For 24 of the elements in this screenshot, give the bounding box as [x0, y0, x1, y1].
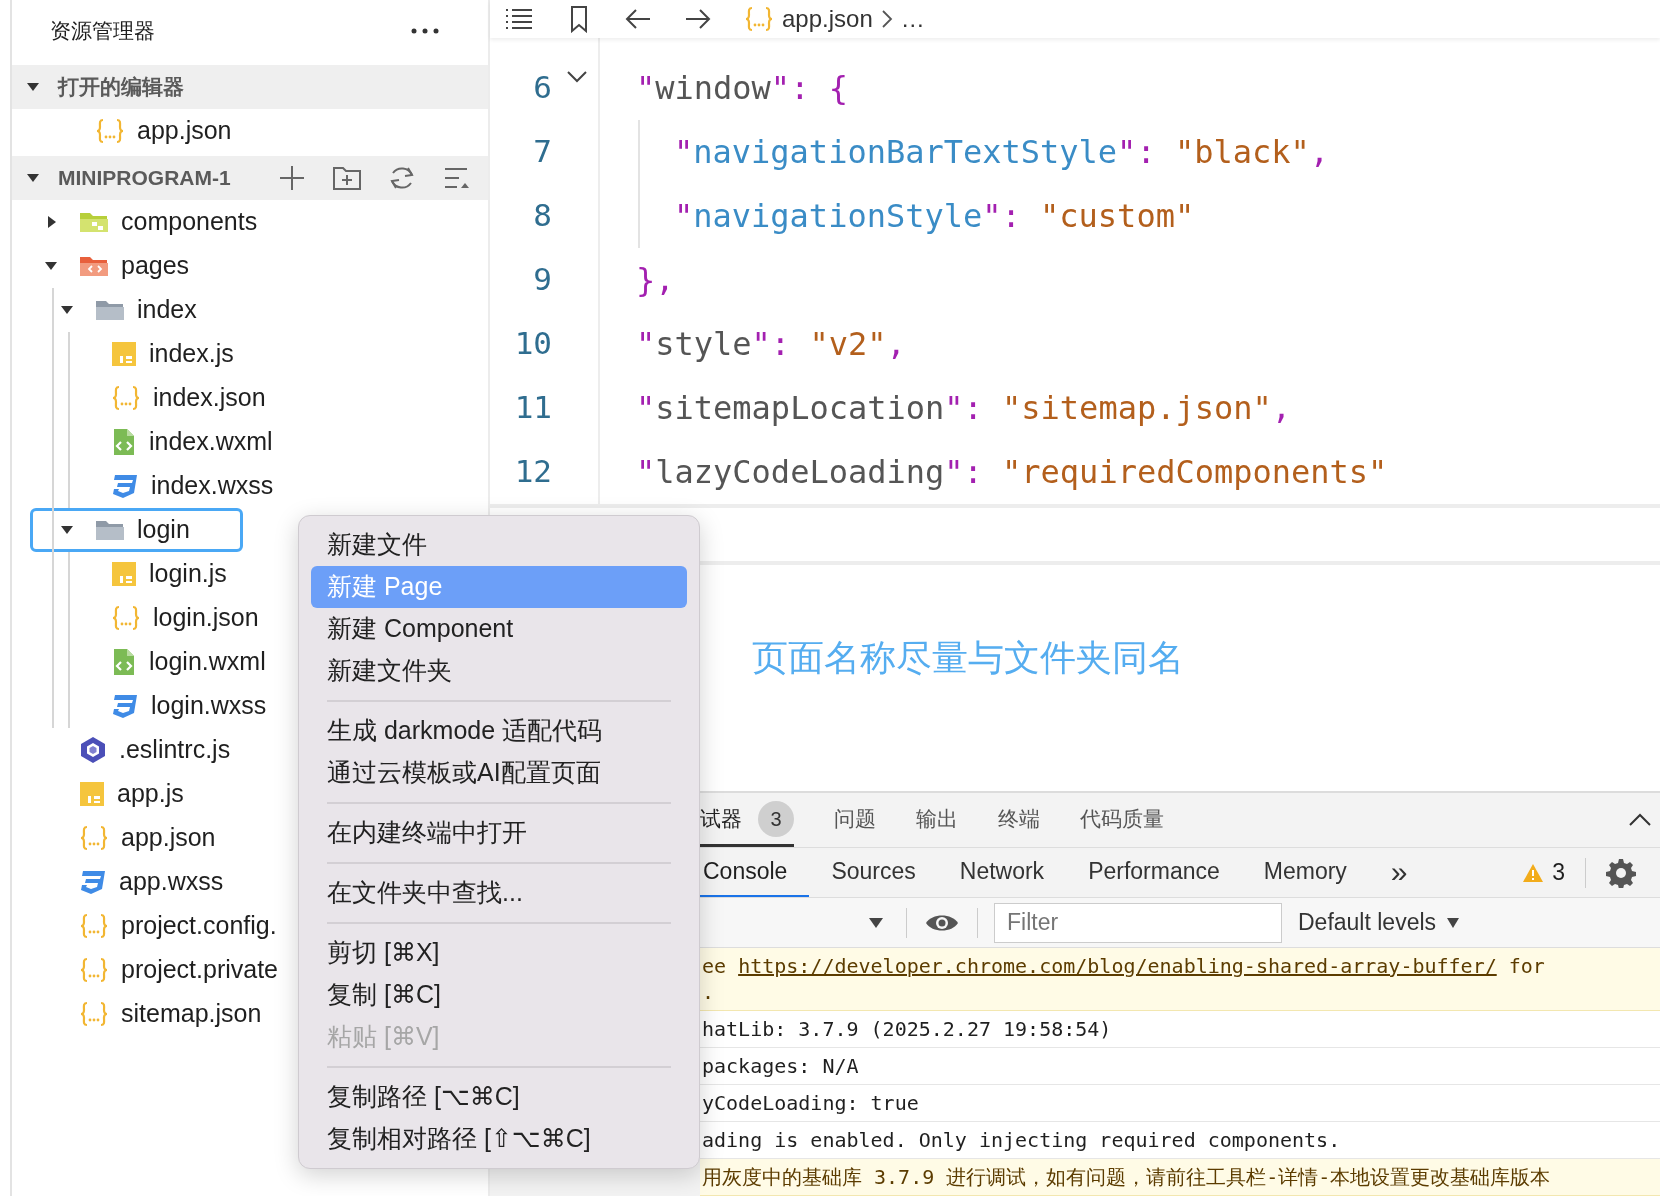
code-line: },	[636, 259, 676, 301]
code-line: "lazyCodeLoading": "requiredComponents"	[636, 451, 1388, 493]
code-line: "navigationStyle": "custom"	[674, 195, 1196, 237]
log-message: yCodeLoading: true	[700, 1085, 1660, 1122]
line-number: 8	[532, 196, 552, 236]
annotation-text: 页面名称尽量与文件夹同名	[752, 636, 1184, 678]
log-message: ee https://developer.chrome.com/blog/enabling-shared-array-buffer/ for .	[700, 948, 1660, 1011]
section-title: MINIPROGRAM-1	[58, 165, 231, 192]
log-message: 用灰度中的基础库 3.7.9 进行调试，如有问题，请前往工具栏-详情-本地设置更改基础库版本	[700, 1159, 1660, 1196]
panel-title: 资源管理器	[50, 18, 155, 45]
line-number: 10	[513, 324, 552, 364]
log-message: hatLib: 3.7.9 (2025.2.27 19:58:54)	[700, 1011, 1660, 1048]
code-line: "sitemapLocation": "sitemap.json",	[636, 387, 1293, 429]
count-badge: 3	[758, 800, 794, 837]
line-number: 7	[532, 132, 552, 172]
line-number: 11	[513, 388, 552, 428]
code-line: "style": "v2",	[636, 323, 907, 365]
line-number: 9	[532, 260, 552, 300]
code-line: "navigationBarTextStyle": "black",	[674, 131, 1331, 173]
line-number: 12	[513, 452, 552, 492]
section-title: 打开的编辑器	[58, 74, 184, 101]
code-line: "window": {	[636, 67, 849, 109]
log-message: packages: N/A	[700, 1048, 1660, 1085]
line-number: 6	[532, 68, 552, 108]
